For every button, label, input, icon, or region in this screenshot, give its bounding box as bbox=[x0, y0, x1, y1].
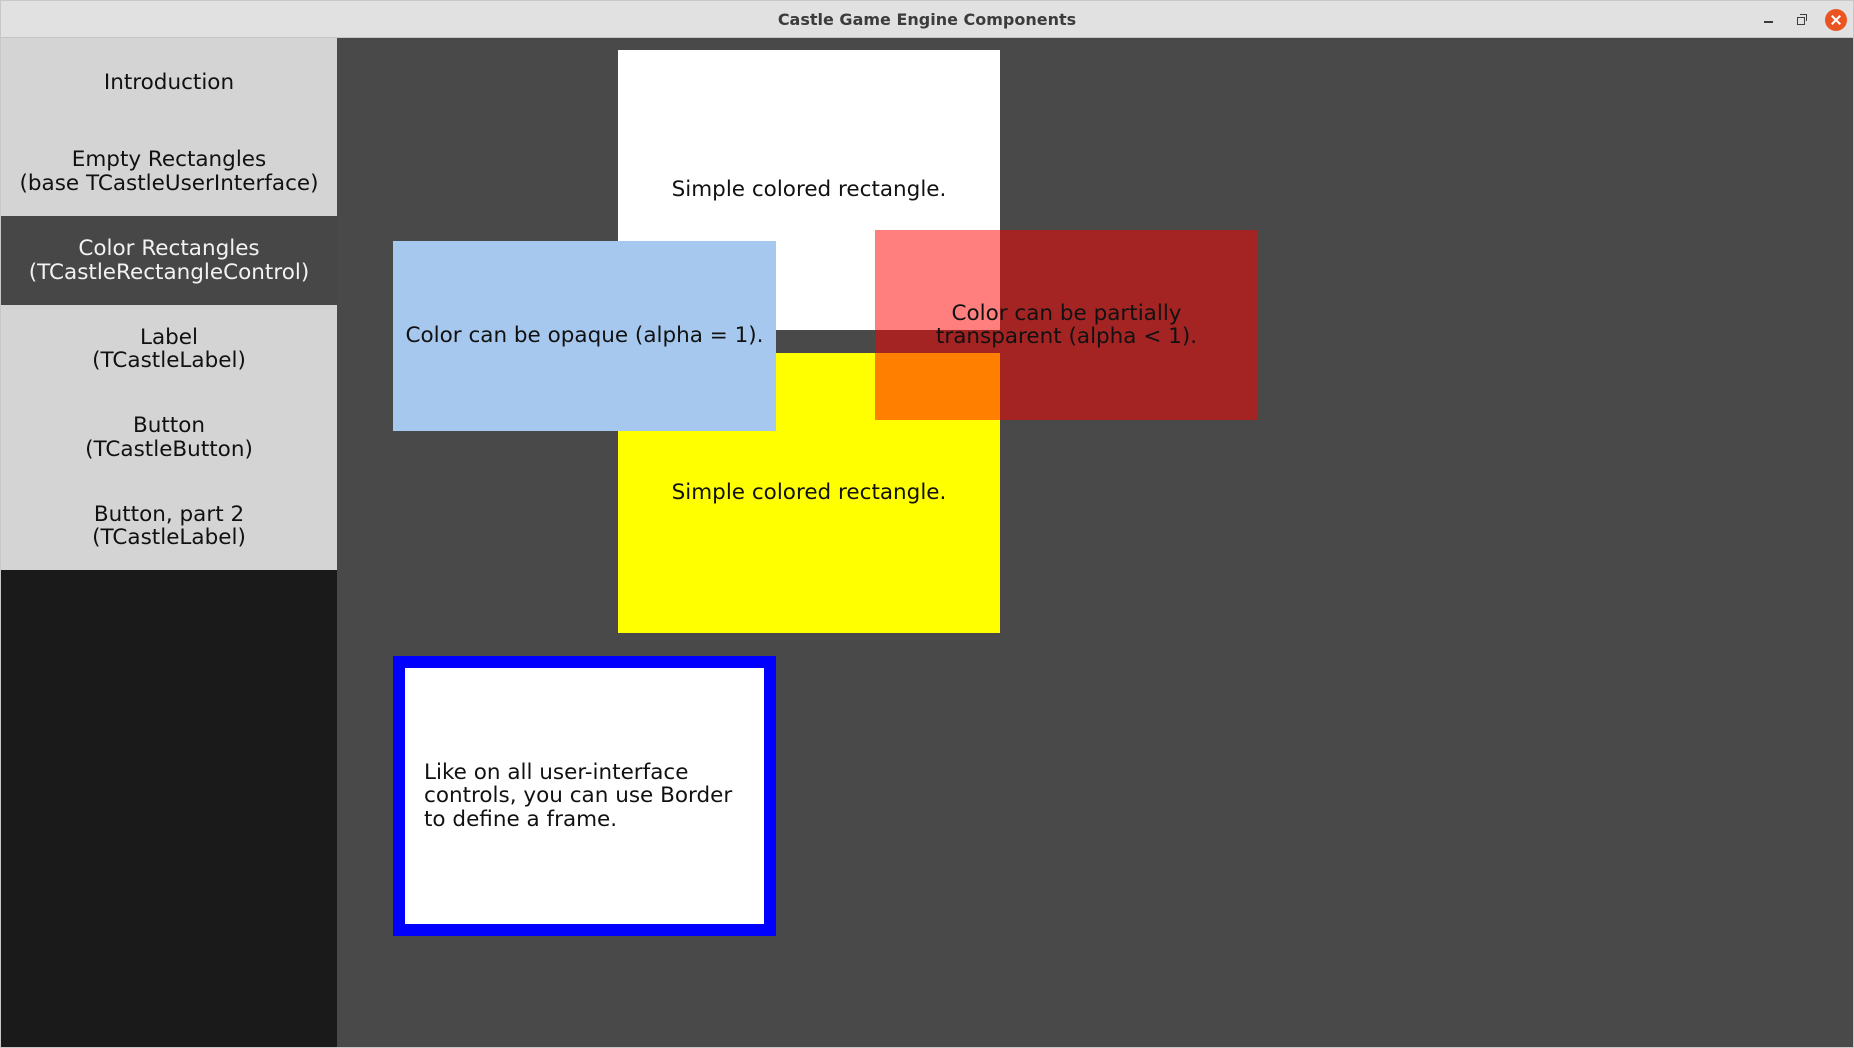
sidebar-item-label[interactable]: Label (TCastleLabel) bbox=[1, 305, 337, 393]
window-title: Castle Game Engine Components bbox=[777, 10, 1077, 29]
sidebar-item-empty-rectangles[interactable]: Empty Rectangles (base TCastleUserInterf… bbox=[1, 127, 337, 216]
title-bar[interactable]: Castle Game Engine Components bbox=[1, 1, 1853, 38]
bordered-rectangle: Like on all user-interface controls, you… bbox=[393, 656, 776, 936]
content-area: Simple colored rectangle. Simple colored… bbox=[337, 38, 1853, 1047]
sidebar-item-introduction[interactable]: Introduction bbox=[1, 38, 337, 127]
opaque-rectangle-label: Color can be opaque (alpha = 1). bbox=[405, 323, 764, 349]
minimize-icon[interactable] bbox=[1755, 7, 1781, 33]
transparent-rectangle-label: Color can be partially transparent (alph… bbox=[935, 300, 1198, 349]
sidebar-item-button-part-2[interactable]: Button, part 2 (TCastleLabel) bbox=[1, 482, 337, 570]
bordered-rectangle-label: Like on all user-interface controls, you… bbox=[424, 759, 733, 832]
app-window: Castle Game Engine Components Introducti… bbox=[0, 0, 1854, 1048]
close-icon[interactable] bbox=[1825, 9, 1847, 31]
sidebar: Introduction Empty Rectangles (base TCas… bbox=[1, 38, 337, 1047]
sidebar-item-color-rectangles[interactable]: Color Rectangles (TCastleRectangleContro… bbox=[1, 216, 337, 305]
opaque-blue-rectangle: Color can be opaque (alpha = 1). bbox=[393, 241, 776, 431]
yellow-rectangle-label: Simple colored rectangle. bbox=[671, 480, 947, 506]
restore-icon[interactable] bbox=[1789, 7, 1815, 33]
white-rectangle-label: Simple colored rectangle. bbox=[671, 177, 947, 203]
transparent-red-rectangle: Color can be partially transparent (alph… bbox=[875, 230, 1258, 420]
sidebar-item-button[interactable]: Button (TCastleButton) bbox=[1, 393, 337, 482]
